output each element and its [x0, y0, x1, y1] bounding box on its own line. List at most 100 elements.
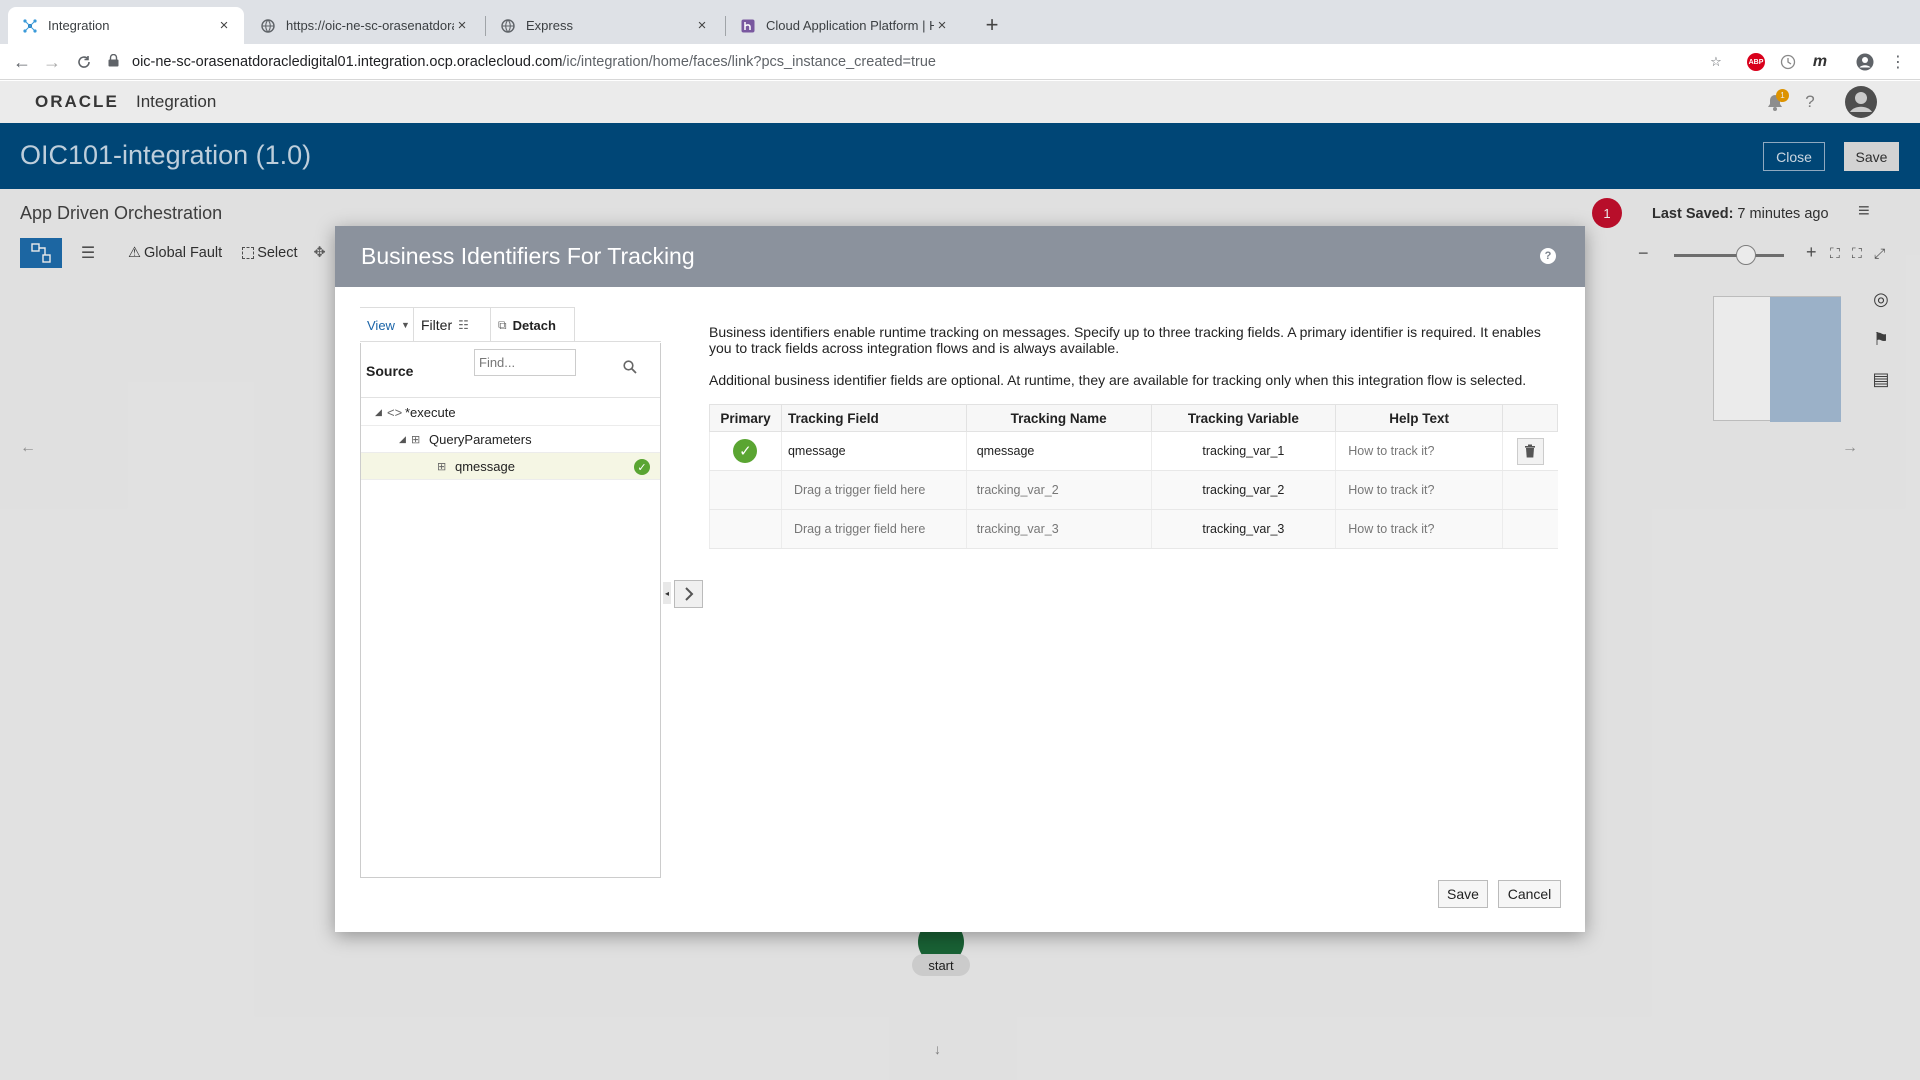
business-identifiers-dialog: Business Identifiers For Tracking ? View… [335, 226, 1585, 932]
extension-clock-icon[interactable] [1778, 52, 1798, 72]
column-header-actions [1502, 404, 1558, 432]
expand-pane-button[interactable] [674, 580, 703, 608]
delete-cell [1502, 509, 1558, 549]
expand-triangle-icon: ◢ [375, 406, 382, 417]
detach-icon: ⧉ [498, 317, 507, 332]
primary-cell[interactable] [709, 470, 782, 510]
kebab-menu-icon[interactable]: ⋮ [1888, 52, 1908, 72]
dialog-save-button[interactable]: Save [1438, 880, 1488, 908]
source-label: Source [366, 363, 414, 379]
chevron-right-icon [684, 587, 693, 601]
address-bar[interactable]: oic-ne-sc-orasenatdoracledigital01.integ… [108, 48, 1708, 76]
tracking-name-cell[interactable]: tracking_var_2 [965, 470, 1151, 510]
tree-node-label: qmessage [455, 458, 515, 474]
source-header: Source [361, 343, 660, 398]
table-header-row: Primary Tracking Field Tracking Name Tra… [709, 404, 1558, 432]
search-icon[interactable] [623, 360, 637, 374]
column-header: Tracking Field [780, 404, 967, 432]
help-text-cell[interactable]: How to track it? [1335, 431, 1503, 471]
reload-icon [78, 56, 90, 68]
tracking-name-cell[interactable]: tracking_var_3 [965, 509, 1151, 549]
mapped-check-icon: ✓ [634, 459, 650, 475]
table-row: ✓ qmessage qmessage tracking_var_1 How t… [709, 431, 1558, 471]
dialog-cancel-button[interactable]: Cancel [1498, 880, 1561, 908]
tree-node-label: *execute [405, 404, 456, 420]
url-host: oic-ne-sc-orasenatdoracledigital01.integ… [132, 54, 563, 70]
primary-check-icon: ✓ [733, 439, 758, 463]
delete-cell [1502, 470, 1558, 510]
close-tab-icon[interactable]: × [934, 17, 950, 34]
browser-tabstrip: Integration × https://oic-ne-sc-orasenat… [0, 0, 1920, 44]
expand-triangle-icon: ◢ [399, 433, 406, 444]
tree-node-label: QueryParameters [429, 431, 532, 447]
forward-button[interactable]: → [40, 50, 64, 74]
primary-cell[interactable] [709, 509, 782, 549]
trash-icon [1516, 437, 1544, 465]
dialog-title: Business Identifiers For Tracking [361, 243, 695, 269]
back-button[interactable]: ← [10, 50, 34, 74]
column-header: Tracking Name [965, 404, 1152, 432]
detach-button[interactable]: ⧉ Detach [491, 307, 575, 342]
lock-icon [108, 53, 122, 71]
filter-button[interactable]: Filter ☷ [414, 307, 491, 342]
tracking-variable-cell: tracking_var_2 [1150, 470, 1336, 510]
source-toolbar: View ▼ Filter ☷ ⧉ Detach [360, 307, 661, 342]
browser-tab-integration[interactable]: Integration × [8, 7, 244, 44]
tracking-name-cell[interactable]: qmessage [965, 431, 1151, 471]
tab-title: Cloud Application Platform | He [766, 18, 934, 33]
globe-icon [500, 18, 516, 34]
tree-node-execute[interactable]: ◢ <> *execute [361, 399, 660, 426]
heroku-icon [740, 18, 756, 34]
column-header: Primary [709, 404, 782, 432]
element-icon: ⊞ [411, 433, 421, 446]
help-text-cell[interactable]: How to track it? [1335, 509, 1503, 549]
close-tab-icon[interactable]: × [454, 17, 470, 34]
tracking-field-cell[interactable]: qmessage [780, 431, 967, 471]
tree-node-qmessage[interactable]: ⊞ qmessage ✓ [361, 453, 660, 480]
reload-button[interactable] [72, 50, 96, 74]
table-row: Drag a trigger field here tracking_var_2… [709, 470, 1558, 510]
dialog-header: Business Identifiers For Tracking ? [335, 226, 1585, 287]
description-text: Business identifiers enable runtime trac… [709, 324, 1541, 356]
delete-cell[interactable] [1502, 431, 1558, 471]
tab-title: Express [526, 18, 573, 33]
table-row: Drag a trigger field here tracking_var_3… [709, 509, 1558, 549]
new-tab-button[interactable]: + [978, 12, 1006, 40]
description-optional-text: Additional business identifier fields ar… [709, 372, 1527, 388]
source-tree-panel: Source ◢ <> *execute ◢ ⊞ QueryParameters… [360, 343, 661, 878]
close-tab-icon[interactable]: × [694, 17, 710, 34]
browser-tab-heroku[interactable]: Cloud Application Platform | He × [726, 7, 962, 44]
tree-node-queryparameters[interactable]: ◢ ⊞ QueryParameters [361, 426, 660, 453]
tracking-variable-cell: tracking_var_3 [1150, 509, 1336, 549]
globe-icon [260, 18, 276, 34]
view-menu[interactable]: View ▼ [360, 307, 414, 342]
extension-m-icon[interactable]: m [1810, 52, 1830, 72]
source-pane: View▼ Filter☷ ⧉Detach Source ◢ <> *execu… [360, 307, 661, 878]
adblock-icon[interactable]: ABP [1746, 52, 1766, 72]
tab-title: https://oic-ne-sc-orasenatdora [286, 18, 454, 33]
primary-cell[interactable]: ✓ [709, 431, 782, 471]
tracking-field-drop-target[interactable]: Drag a trigger field here [780, 470, 967, 510]
close-tab-icon[interactable]: × [216, 17, 232, 34]
filter-icon: ☷ [458, 318, 469, 332]
browser-tab-oic[interactable]: https://oic-ne-sc-orasenatdora × [246, 7, 482, 44]
tab-title: Integration [48, 18, 110, 33]
help-icon[interactable]: ? [1540, 248, 1556, 264]
column-header: Help Text [1335, 404, 1504, 432]
browser-tab-express[interactable]: Express × [486, 7, 722, 44]
tracking-field-drop-target[interactable]: Drag a trigger field here [780, 509, 967, 549]
help-text-cell[interactable]: How to track it? [1335, 470, 1503, 510]
find-input[interactable] [474, 349, 576, 376]
browser-toolbar: ← → oic-ne-sc-orasenatdoracledigital01.i… [0, 44, 1920, 80]
tracking-variable-cell: tracking_var_1 [1150, 431, 1336, 471]
field-icon: ⊞ [437, 460, 447, 473]
oracle-integration-favicon [22, 18, 38, 34]
star-icon[interactable]: ☆ [1706, 52, 1726, 72]
code-icon: <> [387, 404, 403, 420]
collapse-pane-icon[interactable]: ◂ [663, 582, 671, 604]
tracking-fields-table: Primary Tracking Field Tracking Name Tra… [709, 404, 1558, 549]
column-header: Tracking Variable [1150, 404, 1337, 432]
caret-down-icon: ▼ [400, 320, 410, 330]
url-path: /ic/integration/home/faces/link?pcs_inst… [562, 54, 937, 70]
profile-icon[interactable] [1855, 52, 1875, 72]
